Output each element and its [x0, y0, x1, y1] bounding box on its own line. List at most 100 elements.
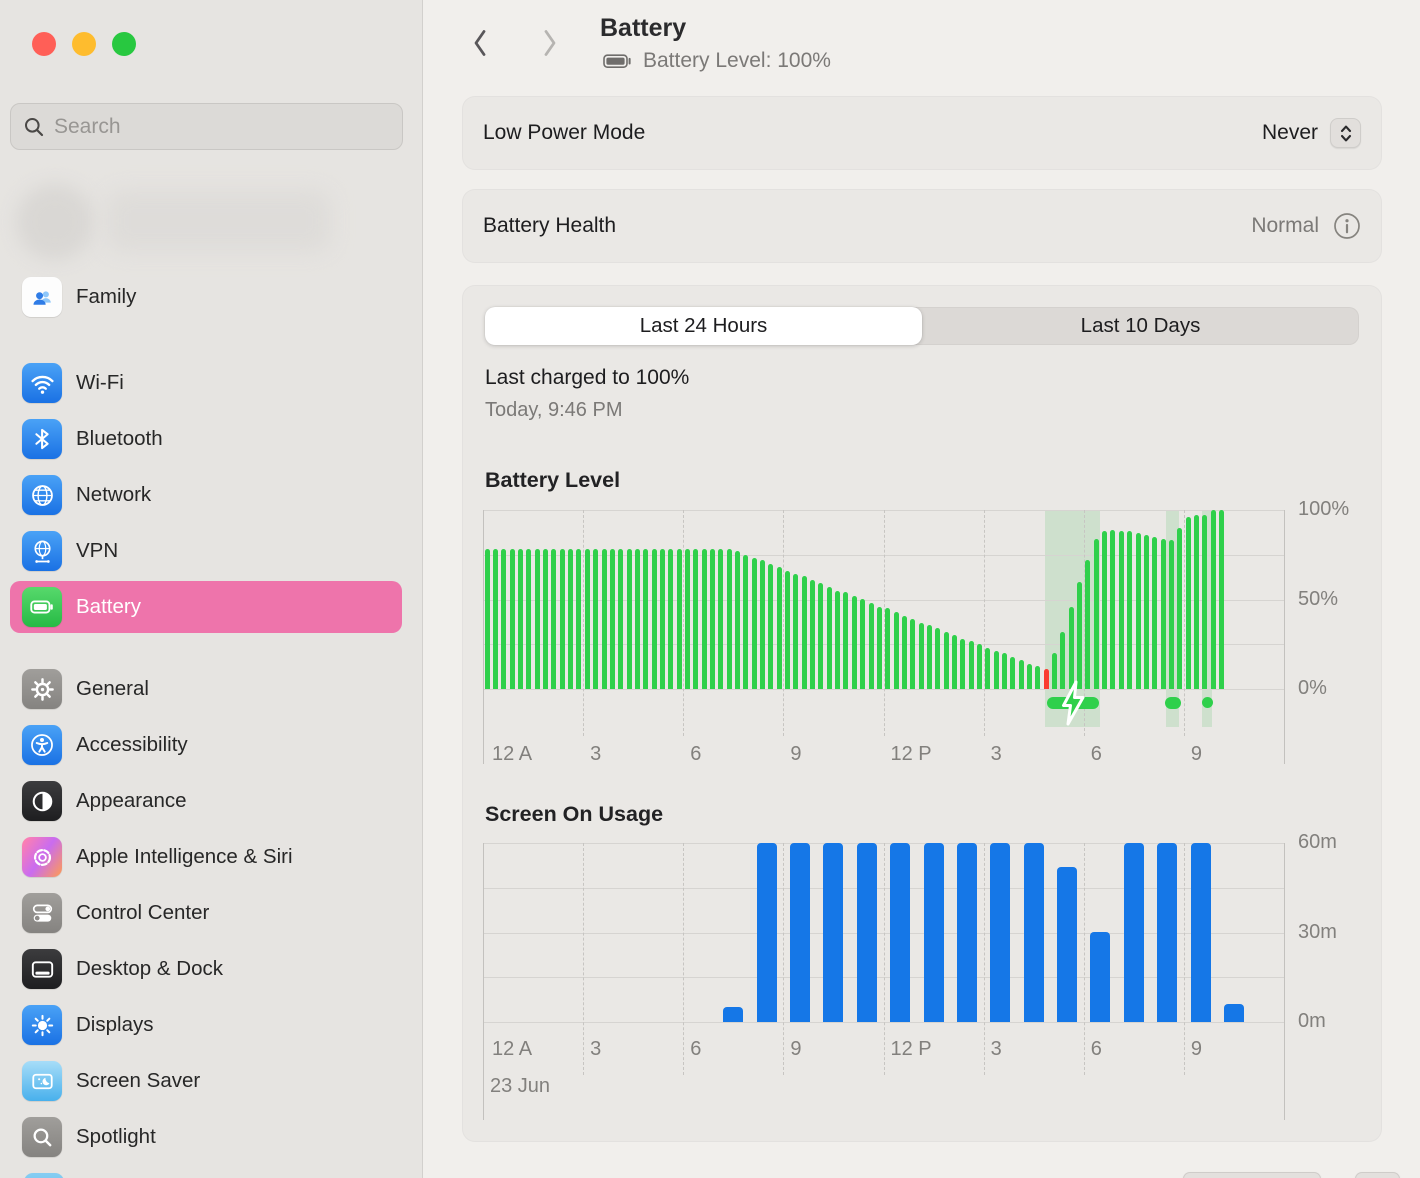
sun-icon [22, 1005, 62, 1045]
battery-level-bar [1169, 540, 1174, 689]
battery-level-bar [818, 583, 823, 689]
next-section-button-partial[interactable] [1183, 1172, 1321, 1178]
sidebar-item-label: VPN [76, 539, 118, 563]
sidebar-item-appearance[interactable]: Appearance [10, 775, 402, 827]
x-axis-label: 9 [790, 743, 801, 766]
tab-last-10-days[interactable]: Last 10 Days [922, 307, 1359, 345]
battery-level-bar [793, 574, 798, 689]
apple-account-row-blurred[interactable] [14, 182, 334, 262]
gridline-vertical-dashed [1184, 510, 1185, 736]
sidebar-item-battery[interactable]: Battery [10, 581, 402, 633]
battery-level-bar [660, 549, 665, 689]
account-name-blurred [106, 190, 331, 252]
screen-on-bar [790, 843, 810, 1022]
battery-level-bar [985, 648, 990, 689]
sidebar: Family Wi-Fi Bluetooth [0, 0, 423, 1178]
battery-level-bar [718, 549, 723, 689]
next-section-control-partial[interactable] [1355, 1172, 1400, 1178]
battery-level-bar [560, 549, 565, 689]
battery-level-bar [593, 549, 598, 689]
battery-level-bar [969, 641, 974, 689]
low-power-mode-popup-button[interactable] [1330, 118, 1361, 148]
sidebar-item-accessibility[interactable]: Accessibility [10, 719, 402, 771]
x-axis-label: 6 [1091, 743, 1102, 766]
battery-level-bar [960, 639, 965, 689]
battery-level-bar [1085, 560, 1090, 689]
y-axis-label: 0% [1298, 677, 1327, 700]
window-icon [22, 949, 62, 989]
battery-level-bar [677, 549, 682, 689]
sidebar-item-label: Accessibility [76, 733, 188, 757]
x-axis-label: 9 [790, 1038, 801, 1061]
screen-on-bar [1090, 932, 1110, 1022]
battery-level-bar [852, 596, 857, 689]
battery-level-bar [902, 616, 907, 689]
battery-level-bar [693, 549, 698, 689]
sidebar-item-wifi[interactable]: Wi-Fi [10, 357, 402, 409]
battery-level-bar [1177, 528, 1182, 689]
axis-border-right [1284, 843, 1285, 1120]
battery-level-bar [1035, 666, 1040, 689]
sidebar-item-spotlight[interactable]: Spotlight [10, 1111, 402, 1163]
minimize-window-button[interactable] [72, 32, 96, 56]
search-input[interactable] [54, 115, 390, 139]
sidebar-item-control-center[interactable]: Control Center [10, 887, 402, 939]
gridline-vertical-dashed [1184, 843, 1185, 1075]
battery-level-bar [618, 549, 623, 689]
accessibility-icon [22, 725, 62, 765]
bluetooth-icon [22, 419, 62, 459]
battery-level-bar [860, 599, 865, 689]
close-window-button[interactable] [32, 32, 56, 56]
x-axis-label: 6 [690, 1038, 701, 1061]
axis-border-right [1284, 510, 1285, 764]
sidebar-item-displays[interactable]: Displays [10, 999, 402, 1051]
battery-level-bar [702, 549, 707, 689]
screen-on-bar [1191, 843, 1211, 1022]
charging-period-pill [1165, 697, 1181, 709]
sidebar-item-screen-saver[interactable]: Screen Saver [10, 1055, 402, 1107]
x-axis-date-label: 23 Jun [490, 1075, 550, 1098]
sidebar-item-bluetooth[interactable]: Bluetooth [10, 413, 402, 465]
screen-on-bar [1157, 843, 1177, 1022]
x-axis-label: 6 [690, 743, 701, 766]
battery-health-row: Battery Health Normal [463, 190, 1381, 262]
sidebar-next-item-partial-icon[interactable] [24, 1173, 64, 1178]
sidebar-item-label: General [76, 677, 149, 701]
screen-on-bar [990, 843, 1010, 1022]
battery-level-bar [877, 607, 882, 689]
battery-level-bar [1069, 607, 1074, 689]
zoom-window-button[interactable] [112, 32, 136, 56]
sidebar-item-desktop-dock[interactable]: Desktop & Dock [10, 943, 402, 995]
sidebar-item-family[interactable]: Family [10, 271, 402, 323]
battery-level-bar [585, 549, 590, 689]
gridline-vertical-dashed [583, 510, 584, 736]
x-axis-label: 12 A [492, 743, 532, 766]
tab-last-24-hours[interactable]: Last 24 Hours [485, 307, 922, 345]
battery-level-bar [910, 619, 915, 689]
sidebar-item-vpn[interactable]: VPN [10, 525, 402, 577]
forward-button[interactable] [535, 24, 565, 62]
battery-level-bar [1186, 517, 1191, 689]
battery-level-bar [710, 549, 715, 689]
battery-level-bar [727, 549, 732, 689]
sidebar-item-label: Wi-Fi [76, 371, 124, 395]
sidebar-item-label: Control Center [76, 901, 209, 925]
sidebar-item-label: Apple Intelligence & Siri [76, 845, 293, 869]
battery-level-bar [1219, 510, 1224, 689]
battery-health-info-button[interactable] [1333, 212, 1361, 240]
battery-level-bar [485, 549, 490, 689]
sidebar-item-network[interactable]: Network [10, 469, 402, 521]
sidebar-item-general[interactable]: General [10, 663, 402, 715]
battery-level-bar [602, 549, 607, 689]
sidebar-item-label: Appearance [76, 789, 187, 813]
battery-level-bar [1010, 657, 1015, 689]
battery-health-label: Battery Health [483, 214, 616, 238]
battery-level-bar [1044, 669, 1049, 689]
sidebar-item-apple-intelligence-siri[interactable]: Apple Intelligence & Siri [10, 831, 402, 883]
screen-on-bar [757, 843, 777, 1022]
battery-level-bar [885, 608, 890, 689]
gridline-vertical-dashed [984, 510, 985, 736]
globe-icon [22, 475, 62, 515]
last-charged-title: Last charged to 100% [485, 366, 689, 390]
back-button[interactable] [465, 24, 495, 62]
